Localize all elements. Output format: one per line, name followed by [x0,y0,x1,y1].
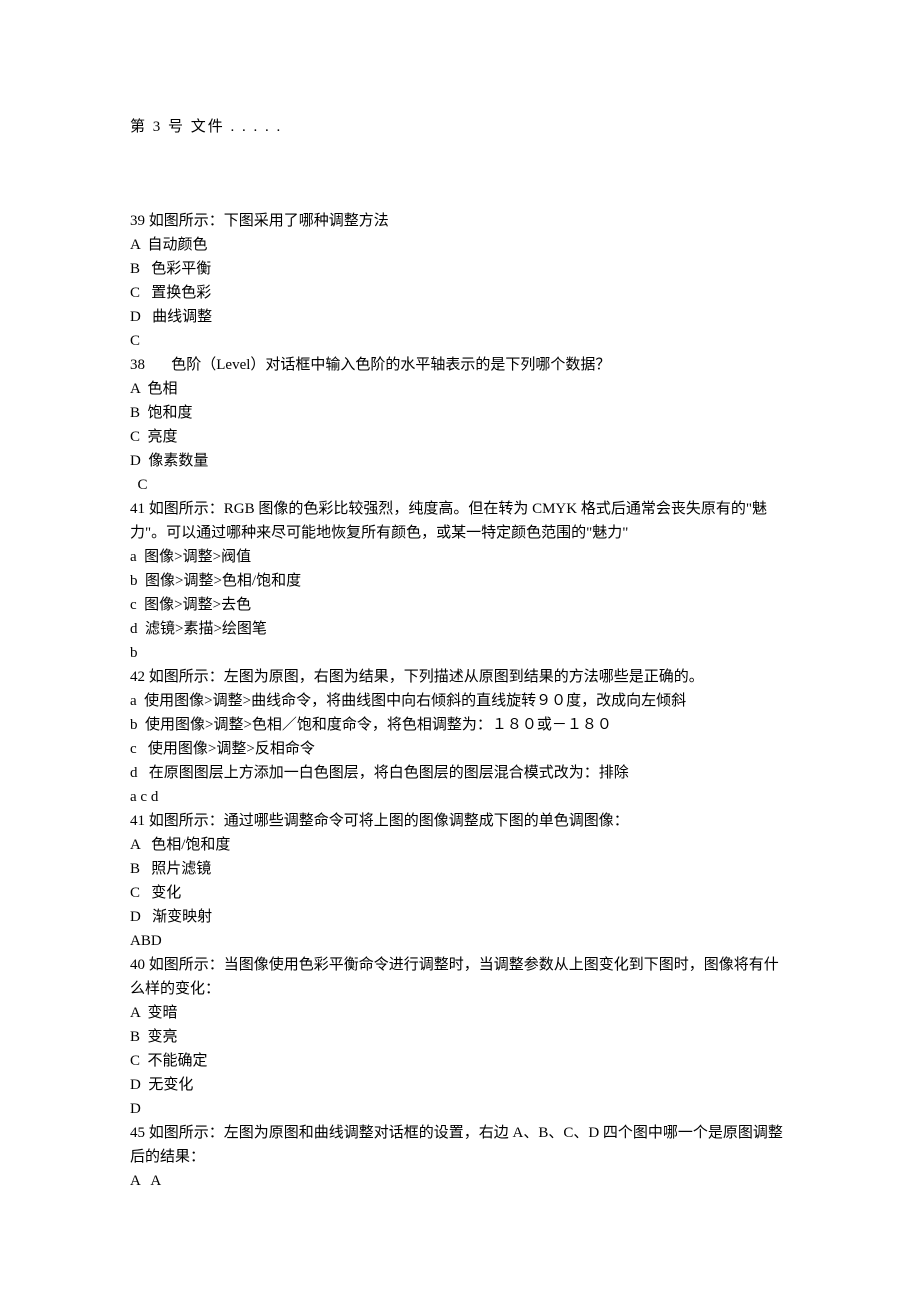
text-line: d 在原图图层上方添加一白色图层，将白色图层的图层混合模式改为：排除 [130,761,790,785]
text-line: D 像素数量 [130,449,790,473]
text-line: C 不能确定 [130,1049,790,1073]
text-line: D 渐变映射 [130,905,790,929]
text-line: D [130,1097,790,1121]
text-line: C [130,473,790,497]
text-line: ABD [130,929,790,953]
text-line: 41 如图所示：RGB 图像的色彩比较强烈，纯度高。但在转为 CMYK 格式后通… [130,497,790,545]
text-line: c 使用图像>调整>反相命令 [130,737,790,761]
text-line: c 图像>调整>去色 [130,593,790,617]
document-header: 第 3 号 文件 . . . . . [130,115,790,139]
text-line: C 变化 [130,881,790,905]
text-line: A 色相/饱和度 [130,833,790,857]
text-line: b [130,641,790,665]
text-line: D 无变化 [130,1073,790,1097]
document-page: 第 3 号 文件 . . . . . 39 如图所示：下图采用了哪种调整方法A … [0,0,920,1302]
text-line: 40 如图所示：当图像使用色彩平衡命令进行调整时，当调整参数从上图变化到下图时，… [130,953,790,1001]
text-line: D 曲线调整 [130,305,790,329]
text-line: a 使用图像>调整>曲线命令，将曲线图中向右倾斜的直线旋转９０度，改成向左倾斜 [130,689,790,713]
text-line: d 滤镜>素描>绘图笔 [130,617,790,641]
text-line: a c d [130,785,790,809]
text-line: b 使用图像>调整>色相／饱和度命令，将色相调整为：１８０或－１８０ [130,713,790,737]
text-line: B 饱和度 [130,401,790,425]
document-content: 39 如图所示：下图采用了哪种调整方法A 自动颜色B 色彩平衡C 置换色彩D 曲… [130,209,790,1193]
text-line: 45 如图所示：左图为原图和曲线调整对话框的设置，右边 A、B、C、D 四个图中… [130,1121,790,1169]
text-line: 42 如图所示：左图为原图，右图为结果，下列描述从原图到结果的方法哪些是正确的。 [130,665,790,689]
text-line: B 色彩平衡 [130,257,790,281]
text-line: A 自动颜色 [130,233,790,257]
text-line: b 图像>调整>色相/饱和度 [130,569,790,593]
text-line: 39 如图所示：下图采用了哪种调整方法 [130,209,790,233]
text-line: B 照片滤镜 [130,857,790,881]
text-line: C [130,329,790,353]
text-line: C 亮度 [130,425,790,449]
text-line: C 置换色彩 [130,281,790,305]
text-line: 38 色阶（Level）对话框中输入色阶的水平轴表示的是下列哪个数据？ [130,353,790,377]
text-line: A A [130,1169,790,1193]
text-line: a 图像>调整>阀值 [130,545,790,569]
text-line: B 变亮 [130,1025,790,1049]
text-line: A 变暗 [130,1001,790,1025]
text-line: A 色相 [130,377,790,401]
text-line: 41 如图所示：通过哪些调整命令可将上图的图像调整成下图的单色调图像： [130,809,790,833]
